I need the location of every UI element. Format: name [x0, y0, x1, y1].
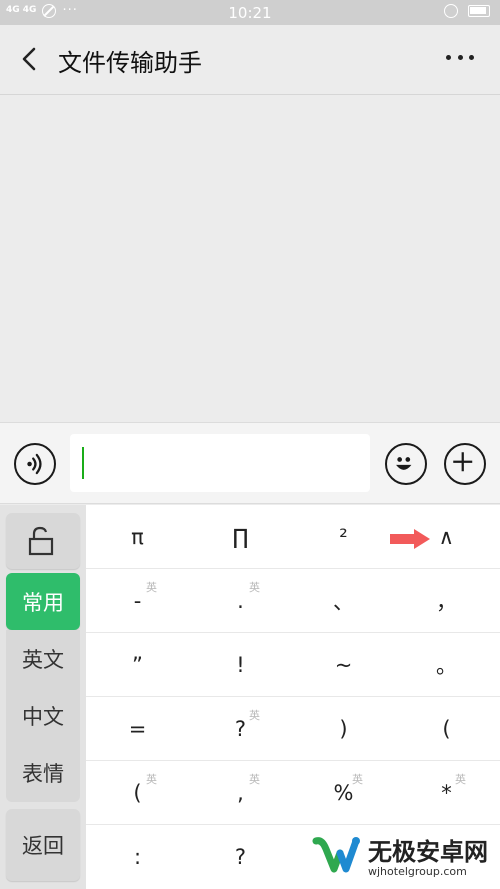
- symbol-keyboard: 常用 英文 中文 表情 返回 π ∏ ² ∧ -英 .英 、 ， ” ! ~ 。: [0, 505, 500, 889]
- watermark-url: wjhotelgroup.com: [368, 864, 467, 878]
- red-arrow-icon: [390, 529, 430, 549]
- symbol-key[interactable]: ?: [189, 825, 292, 889]
- symbol-key[interactable]: * 英: [395, 761, 498, 824]
- symbol-key[interactable]: =: [86, 697, 189, 760]
- key-label: ~: [334, 652, 353, 677]
- category-english[interactable]: 英文: [6, 630, 80, 687]
- dot: [469, 55, 474, 60]
- battery-icon: [468, 5, 490, 17]
- watermark-logo-icon: [312, 837, 360, 873]
- english-tag: 英: [146, 773, 157, 786]
- key-label: ，: [436, 589, 457, 614]
- lock-button[interactable]: [6, 513, 80, 569]
- dot: [457, 55, 463, 60]
- keyboard-side-panel: 常用 英文 中文 表情 返回: [0, 505, 86, 889]
- symbol-key[interactable]: ²: [292, 505, 395, 568]
- symbol-key[interactable]: -英: [86, 569, 189, 632]
- more-options-icon[interactable]: [446, 55, 474, 63]
- english-tag: 英: [249, 709, 260, 722]
- symbol-key[interactable]: :: [86, 825, 189, 889]
- symbol-key[interactable]: π: [86, 505, 189, 568]
- voice-input-icon[interactable]: [14, 443, 56, 485]
- key-label: ∏: [232, 524, 249, 549]
- key-label: ²: [339, 524, 348, 549]
- key-label: !: [236, 652, 245, 677]
- english-tag: 英: [352, 773, 363, 786]
- key-label: ?: [234, 845, 247, 869]
- symbol-grid: π ∏ ² ∧ -英 .英 、 ， ” ! ~ 。 = ? 英 ) ( (英 ,…: [86, 505, 500, 889]
- key-label: *: [441, 780, 452, 805]
- watermark: 无极安卓网 wjhotelgroup.com: [312, 835, 488, 881]
- key-label: ”: [132, 652, 143, 677]
- symbol-key[interactable]: !: [189, 633, 292, 696]
- title-bar: 文件传输助手: [0, 25, 500, 95]
- key-label: ,: [237, 780, 244, 805]
- key-row: π ∏ ² ∧: [86, 505, 500, 569]
- text-cursor: [82, 447, 84, 479]
- input-bar: [0, 422, 500, 504]
- category-group: 英文 中文 表情: [6, 630, 80, 802]
- status-time: 10:21: [228, 4, 272, 22]
- key-label: =: [128, 716, 147, 741]
- key-label: ): [339, 716, 348, 741]
- english-tag: 英: [455, 773, 466, 786]
- category-common[interactable]: 常用: [6, 573, 80, 630]
- key-label: (: [442, 716, 451, 741]
- status-bar: 4G 4G ··· 10:21: [0, 0, 500, 25]
- key-row: ” ! ~ 。: [86, 633, 500, 697]
- key-row: (英 ,英 % 英 * 英: [86, 761, 500, 825]
- symbol-key[interactable]: (英: [86, 761, 189, 824]
- alarm-icon: [444, 4, 458, 18]
- category-chinese[interactable]: 中文: [6, 687, 80, 744]
- english-tag: 英: [249, 773, 260, 786]
- symbol-key[interactable]: .英: [189, 569, 292, 632]
- key-label: .: [237, 588, 244, 613]
- key-label: 、: [333, 589, 354, 614]
- emoji-icon[interactable]: [385, 443, 427, 485]
- key-label: %: [333, 780, 354, 805]
- symbol-key[interactable]: (: [395, 697, 498, 760]
- key-label: -: [133, 588, 142, 613]
- key-label: :: [133, 845, 142, 869]
- back-button[interactable]: 返回: [6, 809, 80, 881]
- symbol-key[interactable]: 、: [292, 569, 395, 632]
- symbol-key[interactable]: % 英: [292, 761, 395, 824]
- back-icon[interactable]: [16, 45, 44, 73]
- key-label: π: [131, 524, 144, 549]
- key-row: -英 .英 、 ，: [86, 569, 500, 633]
- key-row: = ? 英 ) (: [86, 697, 500, 761]
- watermark-text: 无极安卓网 wjhotelgroup.com: [368, 839, 488, 878]
- chat-message-area[interactable]: [0, 96, 500, 422]
- dot: [446, 55, 451, 60]
- category-emoji[interactable]: 表情: [6, 744, 80, 801]
- english-tag: 英: [249, 581, 260, 594]
- symbol-key[interactable]: ,英: [189, 761, 292, 824]
- symbol-key[interactable]: ~: [292, 633, 395, 696]
- plus-icon[interactable]: [444, 443, 486, 485]
- unlock-icon: [28, 526, 54, 556]
- status-right: [444, 4, 490, 18]
- symbol-key[interactable]: ): [292, 697, 395, 760]
- watermark-title: 无极安卓网: [368, 837, 488, 866]
- symbol-key[interactable]: ，: [395, 569, 498, 632]
- symbol-key[interactable]: ? 英: [189, 697, 292, 760]
- key-label: 。: [436, 653, 457, 678]
- symbol-key[interactable]: ∏: [189, 505, 292, 568]
- page-title: 文件传输助手: [58, 49, 202, 77]
- key-label: (: [133, 780, 142, 805]
- message-input[interactable]: [70, 434, 370, 492]
- symbol-key[interactable]: ”: [86, 633, 189, 696]
- symbol-key[interactable]: 。: [395, 633, 498, 696]
- key-label: ∧: [438, 524, 454, 549]
- english-tag: 英: [146, 581, 157, 594]
- key-label: ?: [234, 716, 247, 741]
